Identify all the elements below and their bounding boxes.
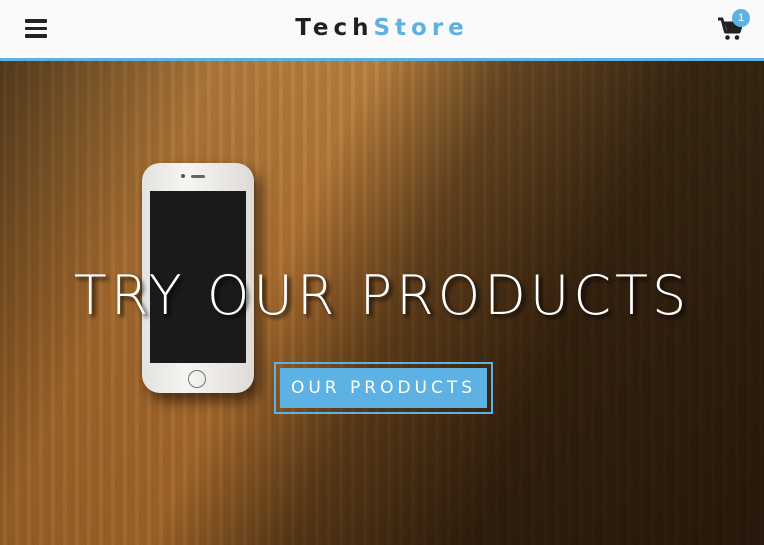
cart-count-badge: 1 xyxy=(732,9,750,27)
hero-section: TRY OUR PRODUCTS OUR PRODUCTS xyxy=(0,61,764,545)
brand-part-store: Store xyxy=(373,15,469,41)
site-header: TechStore 1 xyxy=(0,0,764,61)
hero-title: TRY OUR PRODUCTS xyxy=(73,264,691,327)
page: TechStore 1 TRY OUR PRODUCTS OUR PRODUCT… xyxy=(0,0,764,545)
brand-part-tech: Tech xyxy=(295,15,374,41)
our-products-button[interactable]: OUR PRODUCTS xyxy=(280,368,487,408)
brand-logo[interactable]: TechStore xyxy=(0,14,764,42)
